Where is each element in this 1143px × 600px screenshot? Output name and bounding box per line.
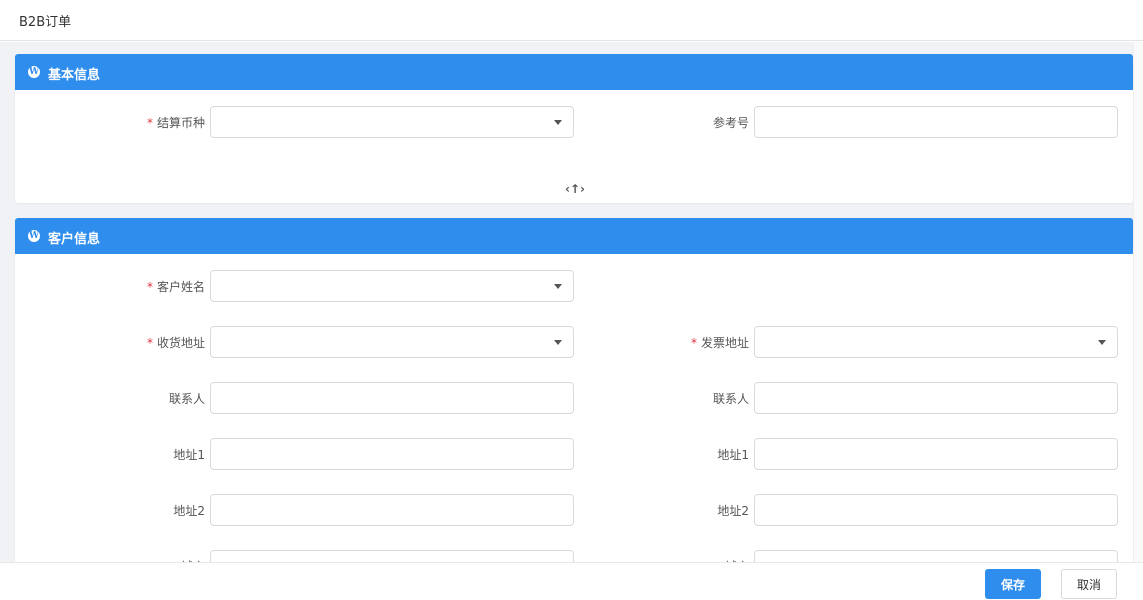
customer-info-title: 客户信息 <box>48 232 101 247</box>
address2-right-label: 地址2 <box>717 504 749 518</box>
customer-name-field: * 客户姓名 <box>15 270 574 302</box>
billing-address-label: * 发票地址 <box>690 336 749 350</box>
city-right-field: 城市 <box>15 550 1118 562</box>
basic-info-panel: W 基本信息 * 结算币种 参考号 ‹↑› <box>15 54 1133 203</box>
chevron-down-icon <box>1098 340 1106 345</box>
address1-right-input[interactable] <box>754 438 1118 470</box>
customer-name-label: * 客户姓名 <box>146 280 205 294</box>
required-mark: * <box>690 336 697 350</box>
address1-right-label: 地址1 <box>717 448 749 462</box>
contact-right-field: 联系人 <box>15 382 1118 414</box>
address1-right-field: 地址1 <box>15 438 1118 470</box>
address2-right-field: 地址2 <box>15 494 1118 526</box>
basic-info-header: W 基本信息 <box>15 54 1133 90</box>
billing-address-select[interactable] <box>754 326 1118 358</box>
contact-right-label: 联系人 <box>712 392 749 406</box>
basic-info-title: 基本信息 <box>48 68 101 83</box>
form-content: W 基本信息 * 结算币种 参考号 ‹↑› W 客户信息 * 客户姓名 * 收货… <box>0 42 1133 562</box>
form-footer: 保存 取消 <box>0 562 1143 600</box>
page-header: B2B订单 <box>0 0 1143 41</box>
reference-field: 参考号 <box>15 106 1118 138</box>
customer-info-panel: W 客户信息 * 客户姓名 * 收货地址 * 发票地址 联系人 联系人 地址1 … <box>15 218 1133 562</box>
page-title: B2B订单 <box>19 15 72 30</box>
chevron-down-icon <box>554 284 562 289</box>
reference-label: 参考号 <box>712 116 749 130</box>
vertical-scrollbar[interactable] <box>1133 42 1143 562</box>
collapse-toggle-icon[interactable]: ‹↑› <box>565 182 585 196</box>
billing-address-field: * 发票地址 <box>15 326 1118 358</box>
wordpress-icon: W <box>28 230 40 242</box>
customer-name-select[interactable] <box>210 270 574 302</box>
wordpress-icon: W <box>28 66 40 78</box>
required-mark: * <box>146 280 153 294</box>
address2-right-input[interactable] <box>754 494 1118 526</box>
contact-right-input[interactable] <box>754 382 1118 414</box>
customer-info-header: W 客户信息 <box>15 218 1133 254</box>
city-right-input[interactable] <box>754 550 1118 562</box>
cancel-button[interactable]: 取消 <box>1061 569 1117 599</box>
save-button[interactable]: 保存 <box>985 569 1041 599</box>
reference-input[interactable] <box>754 106 1118 138</box>
